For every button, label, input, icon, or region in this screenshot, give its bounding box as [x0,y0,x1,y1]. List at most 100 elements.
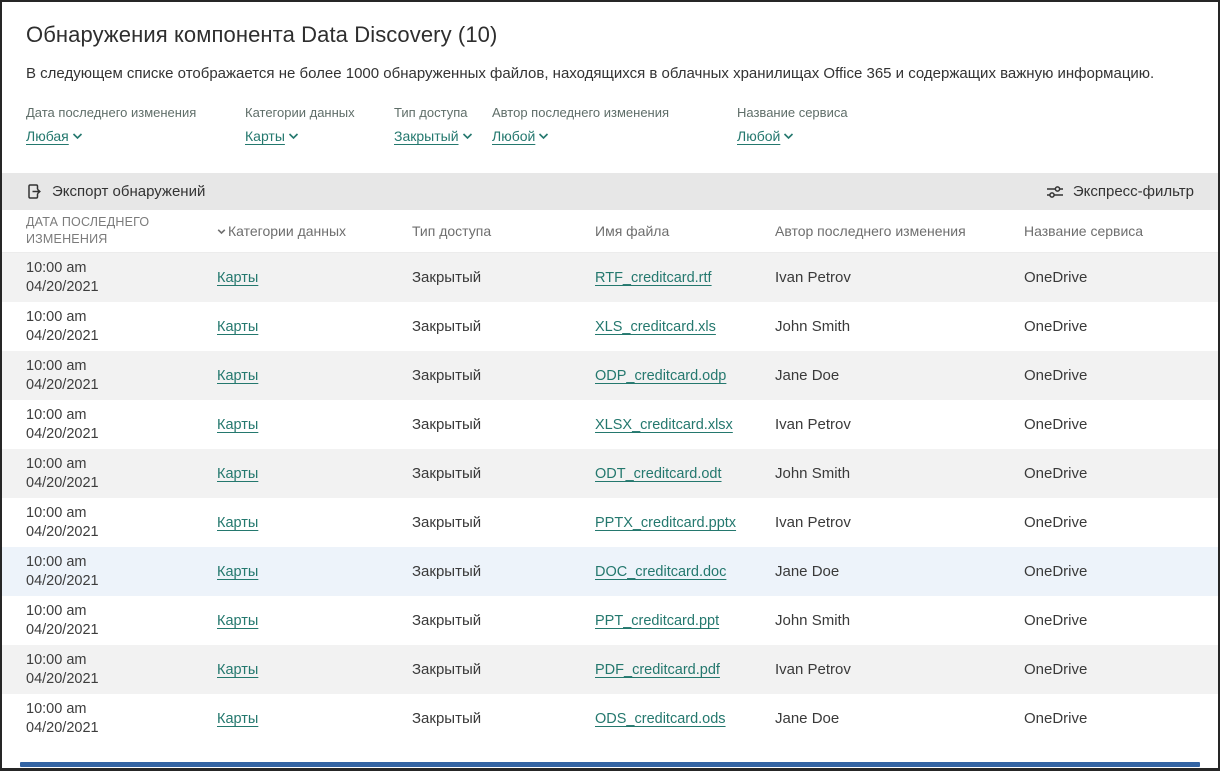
cell-data-category: Карты [217,367,412,384]
cell-service-name: OneDrive [1024,710,1194,727]
filter-value: Любой [492,128,535,144]
file-name-link[interactable]: XLS_creditcard.xls [595,319,716,335]
detections-table: ДАТА ПОСЛЕДНЕГО ИЗМЕНЕНИЯ Категории данн… [2,210,1218,743]
table-row[interactable]: 10:00 am 04/20/2021 Карты Закрытый ODT_c… [2,449,1218,498]
chevron-down-icon [462,132,473,140]
data-category-link[interactable]: Карты [217,368,258,384]
table-row[interactable]: 10:00 am 04/20/2021 Карты Закрытый PPTX_… [2,498,1218,547]
export-detections-button[interactable]: Экспорт обнаружений [26,183,205,200]
filter-access-type: Тип доступа Закрытый [394,105,492,144]
cell-data-category: Карты [217,563,412,580]
file-name-link[interactable]: PPTX_creditcard.pptx [595,515,736,531]
filter-value: Закрытый [394,128,459,144]
cell-date: 04/20/2021 [26,278,217,297]
table-row[interactable]: 10:00 am 04/20/2021 Карты Закрытый DOC_c… [2,547,1218,596]
file-name-link[interactable]: RTF_creditcard.rtf [595,270,712,286]
table-row[interactable]: 10:00 am 04/20/2021 Карты Закрытый RTF_c… [2,253,1218,302]
file-name-link[interactable]: PDF_creditcard.pdf [595,662,720,678]
cell-service-name: OneDrive [1024,269,1194,286]
cell-date: 04/20/2021 [26,425,217,444]
filter-access-type-dropdown[interactable]: Закрытый [394,128,473,144]
column-header-date-modified[interactable]: ДАТА ПОСЛЕДНЕГО ИЗМЕНЕНИЯ [26,214,198,248]
sliders-icon [1046,184,1064,200]
cell-date: 04/20/2021 [26,572,217,591]
quick-filter-button[interactable]: Экспресс-фильтр [1046,183,1194,200]
file-name-link[interactable]: ODS_creditcard.ods [595,711,726,727]
chevron-down-icon [72,132,83,140]
data-category-link[interactable]: Карты [217,662,258,678]
cell-author: John Smith [775,318,1024,335]
cell-data-category: Карты [217,514,412,531]
cell-data-category: Карты [217,318,412,335]
cell-time: 10:00 am [26,308,217,327]
cell-access-type: Закрытый [412,710,595,727]
cell-service-name: OneDrive [1024,661,1194,678]
column-header-author[interactable]: Автор последнего изменения [775,223,1024,239]
cell-access-type: Закрытый [412,269,595,286]
file-name-link[interactable]: XLSX_creditcard.xlsx [595,417,733,433]
cell-author: Ivan Petrov [775,514,1024,531]
cell-access-type: Закрытый [412,563,595,580]
filter-data-categories: Категории данных Карты [245,105,394,144]
chevron-down-icon [783,132,794,140]
table-row[interactable]: 10:00 am 04/20/2021 Карты Закрытый PPT_c… [2,596,1218,645]
filter-data-categories-dropdown[interactable]: Карты [245,128,299,144]
cell-author: John Smith [775,612,1024,629]
cell-data-category: Карты [217,416,412,433]
filter-label: Тип доступа [394,105,492,120]
data-category-link[interactable]: Карты [217,466,258,482]
chevron-down-icon [538,132,549,140]
data-category-link[interactable]: Карты [217,515,258,531]
cell-date-modified: 10:00 am 04/20/2021 [26,357,217,395]
file-name-link[interactable]: ODP_creditcard.odp [595,368,726,384]
filter-bar: Дата последнего изменения Любая Категори… [26,105,1194,144]
data-category-link[interactable]: Карты [217,319,258,335]
data-category-link[interactable]: Карты [217,711,258,727]
cell-access-type: Закрытый [412,318,595,335]
cell-date-modified: 10:00 am 04/20/2021 [26,602,217,640]
cell-access-type: Закрытый [412,612,595,629]
filter-author-dropdown[interactable]: Любой [492,128,549,144]
cell-author: Jane Doe [775,563,1024,580]
file-name-link[interactable]: DOC_creditcard.doc [595,564,726,580]
cell-date: 04/20/2021 [26,621,217,640]
page-description: В следующем списке отображается не более… [26,63,1176,84]
table-row[interactable]: 10:00 am 04/20/2021 Карты Закрытый ODP_c… [2,351,1218,400]
filter-service-name-dropdown[interactable]: Любой [737,128,794,144]
cell-date-modified: 10:00 am 04/20/2021 [26,553,217,591]
table-row[interactable]: 10:00 am 04/20/2021 Карты Закрытый XLSX_… [2,400,1218,449]
table-row[interactable]: 10:00 am 04/20/2021 Карты Закрытый PDF_c… [2,645,1218,694]
cell-author: John Smith [775,465,1024,482]
cell-service-name: OneDrive [1024,416,1194,433]
column-header-file-name[interactable]: Имя файла [595,223,775,239]
cell-file-name: DOC_creditcard.doc [595,563,775,580]
cell-date-modified: 10:00 am 04/20/2021 [26,504,217,542]
filter-label: Автор последнего изменения [492,105,737,120]
horizontal-scrollbar[interactable] [20,762,1200,767]
cell-time: 10:00 am [26,651,217,670]
filter-date-modified-dropdown[interactable]: Любая [26,128,83,144]
cell-time: 10:00 am [26,259,217,278]
cell-data-category: Карты [217,710,412,727]
column-header-access-type[interactable]: Тип доступа [412,223,595,239]
table-row[interactable]: 10:00 am 04/20/2021 Карты Закрытый ODS_c… [2,694,1218,743]
filter-value: Карты [245,128,285,144]
file-name-link[interactable]: PPT_creditcard.ppt [595,613,719,629]
cell-access-type: Закрытый [412,514,595,531]
data-category-link[interactable]: Карты [217,417,258,433]
column-header-service-name[interactable]: Название сервиса [1024,223,1194,239]
chevron-down-icon [288,132,299,140]
table-row[interactable]: 10:00 am 04/20/2021 Карты Закрытый XLS_c… [2,302,1218,351]
data-category-link[interactable]: Карты [217,270,258,286]
filter-label: Категории данных [245,105,394,120]
filter-date-modified: Дата последнего изменения Любая [26,105,245,144]
cell-file-name: ODP_creditcard.odp [595,367,775,384]
data-category-link[interactable]: Карты [217,613,258,629]
column-header-data-categories[interactable]: Категории данных [217,223,412,239]
cell-time: 10:00 am [26,700,217,719]
cell-file-name: PPT_creditcard.ppt [595,612,775,629]
file-name-link[interactable]: ODT_creditcard.odt [595,466,722,482]
column-header-label: Категории данных [228,223,346,239]
data-category-link[interactable]: Карты [217,564,258,580]
cell-service-name: OneDrive [1024,318,1194,335]
